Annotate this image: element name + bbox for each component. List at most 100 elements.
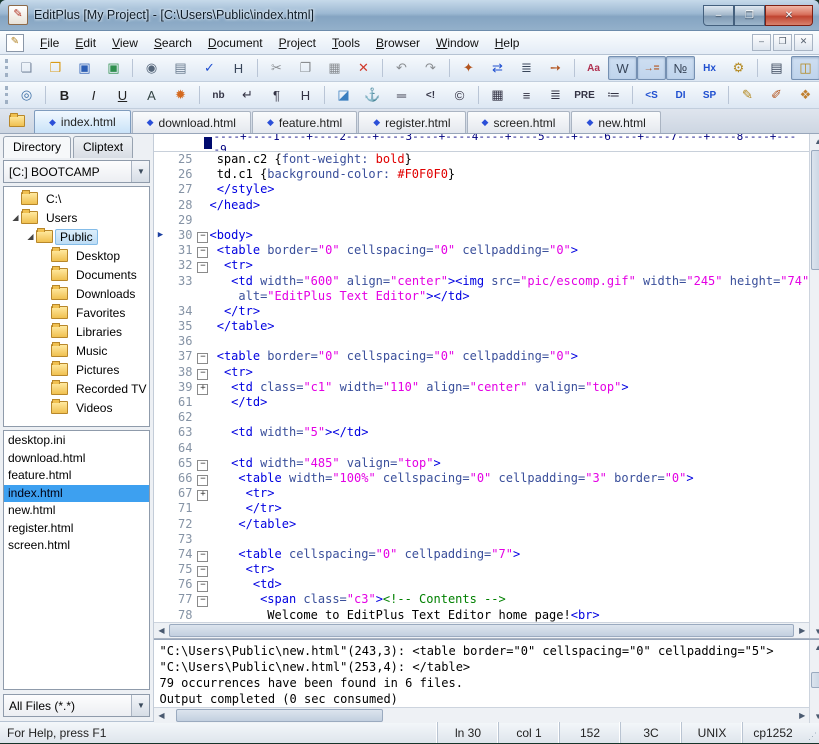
pre-icon[interactable]: PRE	[570, 83, 599, 107]
new-document-icon[interactable]: ❏	[12, 56, 41, 80]
scroll-left-icon[interactable]: ◀	[154, 624, 168, 638]
undo-icon[interactable]: ↶	[387, 56, 416, 80]
sidebar-tab-directory[interactable]: Directory	[3, 136, 71, 158]
horizontal-rule-icon[interactable]: ═	[387, 83, 416, 107]
open-file-icon[interactable]: ❒	[41, 56, 70, 80]
tab-feature.html[interactable]: ◆feature.html	[252, 111, 357, 133]
menu-item-window[interactable]: Window	[428, 33, 487, 53]
toolbar-grip[interactable]	[5, 59, 8, 77]
menu-item-tools[interactable]: Tools	[324, 33, 368, 53]
copy-icon[interactable]: ❐	[291, 56, 320, 80]
menu-item-document[interactable]: Document	[200, 33, 271, 53]
fold-open-icon[interactable]: −	[197, 262, 208, 273]
fold-toggle-icon[interactable]: −	[196, 349, 209, 364]
title-bar[interactable]: ✎ EditPlus [My Project] - [C:\Users\Publ…	[0, 0, 819, 31]
tab-screen.html[interactable]: ◆screen.html	[467, 111, 571, 133]
menu-item-file[interactable]: File	[32, 33, 67, 53]
fold-toggle-icon[interactable]: −	[196, 471, 209, 486]
scroll-up-icon[interactable]: ▲	[811, 640, 819, 654]
fold-toggle-icon[interactable]: −	[196, 228, 209, 243]
replace-icon[interactable]: ⇄	[483, 56, 512, 80]
scroll-up-icon[interactable]: ▲	[811, 134, 819, 148]
print-icon[interactable]: ▤	[166, 56, 195, 80]
tab-new.html[interactable]: ◆new.html	[571, 111, 660, 133]
tree-item-favorites[interactable]: Favorites	[4, 303, 149, 322]
tab-index.html[interactable]: ◆index.html	[34, 110, 131, 133]
output-text[interactable]: "C:\Users\Public\new.html"(243,3): <tabl…	[154, 640, 809, 707]
maximize-button[interactable]: ❐	[734, 5, 765, 26]
italic-icon[interactable]: I	[79, 83, 108, 107]
tree-item-videos[interactable]: Videos	[4, 398, 149, 417]
special-char-icon[interactable]: ©	[445, 83, 474, 107]
tree-item-downloads[interactable]: Downloads	[4, 284, 149, 303]
fold-open-icon[interactable]: −	[197, 369, 208, 380]
goto-line-icon[interactable]: ➙	[541, 56, 570, 80]
paste-icon[interactable]: ▦	[320, 56, 349, 80]
directory-window-icon[interactable]: ◫	[791, 56, 819, 80]
scroll-down-icon[interactable]: ▼	[811, 624, 819, 638]
nbsp-icon[interactable]: nb	[204, 83, 233, 107]
fold-open-icon[interactable]: −	[197, 596, 208, 607]
find-icon[interactable]: ✦	[454, 56, 483, 80]
drive-selector[interactable]: [C:] BOOTCAMP ▼	[3, 160, 150, 183]
fold-toggle-icon[interactable]: −	[196, 592, 209, 607]
fold-open-icon[interactable]: −	[197, 566, 208, 577]
fold-toggle-icon[interactable]: −	[196, 456, 209, 471]
fold-toggle-icon[interactable]: −	[196, 577, 209, 592]
menu-item-edit[interactable]: Edit	[67, 33, 104, 53]
spell-check-icon[interactable]: ✓	[195, 56, 224, 80]
menu-item-browser[interactable]: Browser	[368, 33, 428, 53]
file-item-desktop.ini[interactable]: desktop.ini	[4, 432, 149, 450]
folder-tree[interactable]: C:\◢Users◢PublicDesktopDocumentsDownload…	[3, 186, 150, 427]
file-item-feature.html[interactable]: feature.html	[4, 467, 149, 485]
editor-horizontal-scrollbar[interactable]: ◀ ▶	[154, 622, 809, 638]
file-list-folder-icon[interactable]	[4, 110, 30, 132]
fold-open-icon[interactable]: −	[197, 581, 208, 592]
scrollbar-thumb[interactable]	[176, 709, 383, 722]
set-font-icon[interactable]: Aa	[579, 56, 608, 80]
font-color-icon[interactable]: A	[137, 83, 166, 107]
object-palette-icon[interactable]: ❖	[791, 83, 819, 107]
file-item-download.html[interactable]: download.html	[4, 450, 149, 468]
tree-item-c[interactable]: C:\	[4, 189, 149, 208]
fold-open-icon[interactable]: −	[197, 353, 208, 364]
chevron-down-icon[interactable]: ▼	[131, 161, 149, 182]
editor-vertical-scrollbar[interactable]: ▲ ▼	[809, 134, 819, 638]
file-item-screen.html[interactable]: screen.html	[4, 537, 149, 555]
fold-open-icon[interactable]: −	[197, 551, 208, 562]
table-icon[interactable]: ▦	[483, 83, 512, 107]
document-properties-icon[interactable]: ⚙	[724, 56, 753, 80]
tree-item-recordedtv[interactable]: Recorded TV	[4, 379, 149, 398]
underline-icon[interactable]: U	[108, 83, 137, 107]
menu-item-project[interactable]: Project	[271, 33, 324, 53]
expanded-arrow-icon[interactable]: ◢	[25, 232, 36, 241]
tree-item-desktop[interactable]: Desktop	[4, 246, 149, 265]
mdi-restore-button[interactable]: ❐	[773, 34, 792, 51]
tree-item-libraries[interactable]: Libraries	[4, 322, 149, 341]
tree-item-users[interactable]: ◢Users	[4, 208, 149, 227]
file-item-register.html[interactable]: register.html	[4, 520, 149, 538]
code-area[interactable]: 25 span.c2 {font-weight: bold}26 td.c1 {…	[154, 152, 809, 622]
fold-open-icon[interactable]: −	[197, 475, 208, 486]
scrollbar-thumb[interactable]	[811, 672, 819, 688]
scrollbar-thumb[interactable]	[169, 624, 794, 637]
cut-icon[interactable]: ✂	[262, 56, 291, 80]
fold-toggle-icon[interactable]: −	[196, 258, 209, 273]
fold-toggle-icon[interactable]: −	[196, 243, 209, 258]
fold-toggle-icon[interactable]: −	[196, 562, 209, 577]
fold-open-icon[interactable]: −	[197, 247, 208, 258]
tree-item-music[interactable]: Music	[4, 341, 149, 360]
fold-open-icon[interactable]: −	[197, 232, 208, 243]
align-left-icon[interactable]: ≡	[512, 83, 541, 107]
word-wrap-icon[interactable]: W	[608, 56, 637, 80]
mdi-minimize-button[interactable]: –	[752, 34, 771, 51]
fold-toggle-icon[interactable]: −	[196, 547, 209, 562]
print-preview-icon[interactable]: ◉	[137, 56, 166, 80]
resize-grip[interactable]: ⋰	[803, 721, 819, 744]
edit-stylesheet-icon[interactable]: ✐	[762, 83, 791, 107]
toolbar-grip[interactable]	[5, 86, 8, 104]
output-vertical-scrollbar[interactable]: ▲ ▼	[809, 640, 819, 723]
comment-icon[interactable]: <!	[416, 83, 445, 107]
script-tag-icon[interactable]: <S	[637, 83, 666, 107]
file-filter-selector[interactable]: All Files (*.*) ▼	[3, 694, 150, 717]
